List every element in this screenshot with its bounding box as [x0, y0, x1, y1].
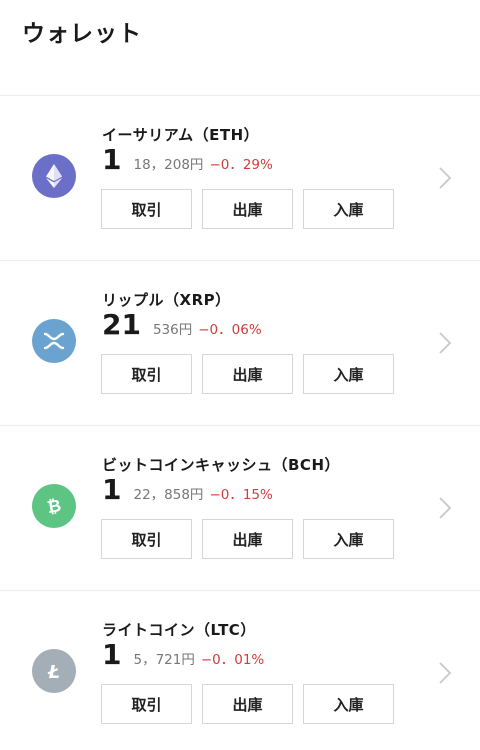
bitcoin-cash-icon: ₿	[32, 484, 76, 528]
coin-price: 536円	[152, 322, 193, 338]
coin-change: −0．06%	[198, 322, 262, 338]
coin-name: リップル（XRP）	[102, 291, 231, 309]
coin-list: イーサリアム（ETH） 1 18，208円 −0．29% 取引 出庫 入庫 リッ…	[0, 96, 480, 750]
trade-button[interactable]: 取引	[101, 189, 192, 229]
coin-actions: 取引 出庫 入庫	[101, 519, 394, 559]
coin-amount: 21	[102, 308, 141, 341]
coin-row-xrp[interactable]: リップル（XRP） 21 536円 −0．06% 取引 出庫 入庫	[0, 261, 480, 426]
deposit-button[interactable]: 入庫	[303, 684, 394, 724]
coin-actions: 取引 出庫 入庫	[101, 189, 394, 229]
coin-price: 22，858円	[133, 487, 204, 503]
coin-name: ライトコイン（LTC）	[102, 621, 256, 639]
coin-row-bch[interactable]: ₿ ビットコインキャッシュ（BCH） 1 22，858円 −0．15% 取引 出…	[0, 426, 480, 591]
coin-name: イーサリアム（ETH）	[102, 126, 260, 144]
coin-change: −0．01%	[200, 652, 265, 668]
coin-row-ltc[interactable]: Ł ライトコイン（LTC） 1 5，721円 −0．01% 取引 出庫 入庫	[0, 591, 480, 750]
coin-name: ビットコインキャッシュ（BCH）	[102, 456, 340, 474]
trade-button[interactable]: 取引	[101, 684, 192, 724]
chevron-right-icon[interactable]	[438, 496, 452, 520]
svg-text:₿: ₿	[46, 496, 63, 518]
deposit-button[interactable]: 入庫	[303, 519, 394, 559]
coin-balance-row: 1 22，858円 −0．15%	[102, 476, 273, 504]
header: ウォレット	[0, 0, 480, 96]
chevron-right-icon[interactable]	[438, 166, 452, 190]
coin-actions: 取引 出庫 入庫	[101, 354, 394, 394]
coin-price: 5，721円	[133, 652, 195, 668]
coin-amount: 1	[102, 638, 122, 671]
page-title: ウォレット	[22, 21, 142, 47]
litecoin-icon: Ł	[32, 649, 76, 693]
ethereum-icon	[32, 154, 76, 198]
coin-amount: 1	[102, 473, 122, 506]
coin-balance-row: 21 536円 −0．06%	[102, 311, 262, 339]
deposit-button[interactable]: 入庫	[303, 189, 394, 229]
svg-text:Ł: Ł	[47, 662, 60, 682]
wallet-screen: ウォレット イーサリアム（ETH） 1 18，208円 −0．29% 取引 出庫…	[0, 0, 480, 750]
coin-amount: 1	[102, 143, 122, 176]
ripple-icon	[32, 319, 76, 363]
withdraw-button[interactable]: 出庫	[202, 519, 293, 559]
deposit-button[interactable]: 入庫	[303, 354, 394, 394]
chevron-right-icon[interactable]	[438, 661, 452, 685]
chevron-right-icon[interactable]	[438, 331, 452, 355]
trade-button[interactable]: 取引	[101, 519, 192, 559]
coin-row-eth[interactable]: イーサリアム（ETH） 1 18，208円 −0．29% 取引 出庫 入庫	[0, 96, 480, 261]
coin-actions: 取引 出庫 入庫	[101, 684, 394, 724]
coin-balance-row: 1 5，721円 −0．01%	[102, 641, 264, 669]
withdraw-button[interactable]: 出庫	[202, 354, 293, 394]
withdraw-button[interactable]: 出庫	[202, 684, 293, 724]
coin-change: −0．29%	[209, 157, 273, 173]
coin-price: 18，208円	[133, 157, 204, 173]
coin-change: −0．15%	[209, 487, 273, 503]
trade-button[interactable]: 取引	[101, 354, 192, 394]
withdraw-button[interactable]: 出庫	[202, 189, 293, 229]
coin-balance-row: 1 18，208円 −0．29%	[102, 146, 273, 174]
